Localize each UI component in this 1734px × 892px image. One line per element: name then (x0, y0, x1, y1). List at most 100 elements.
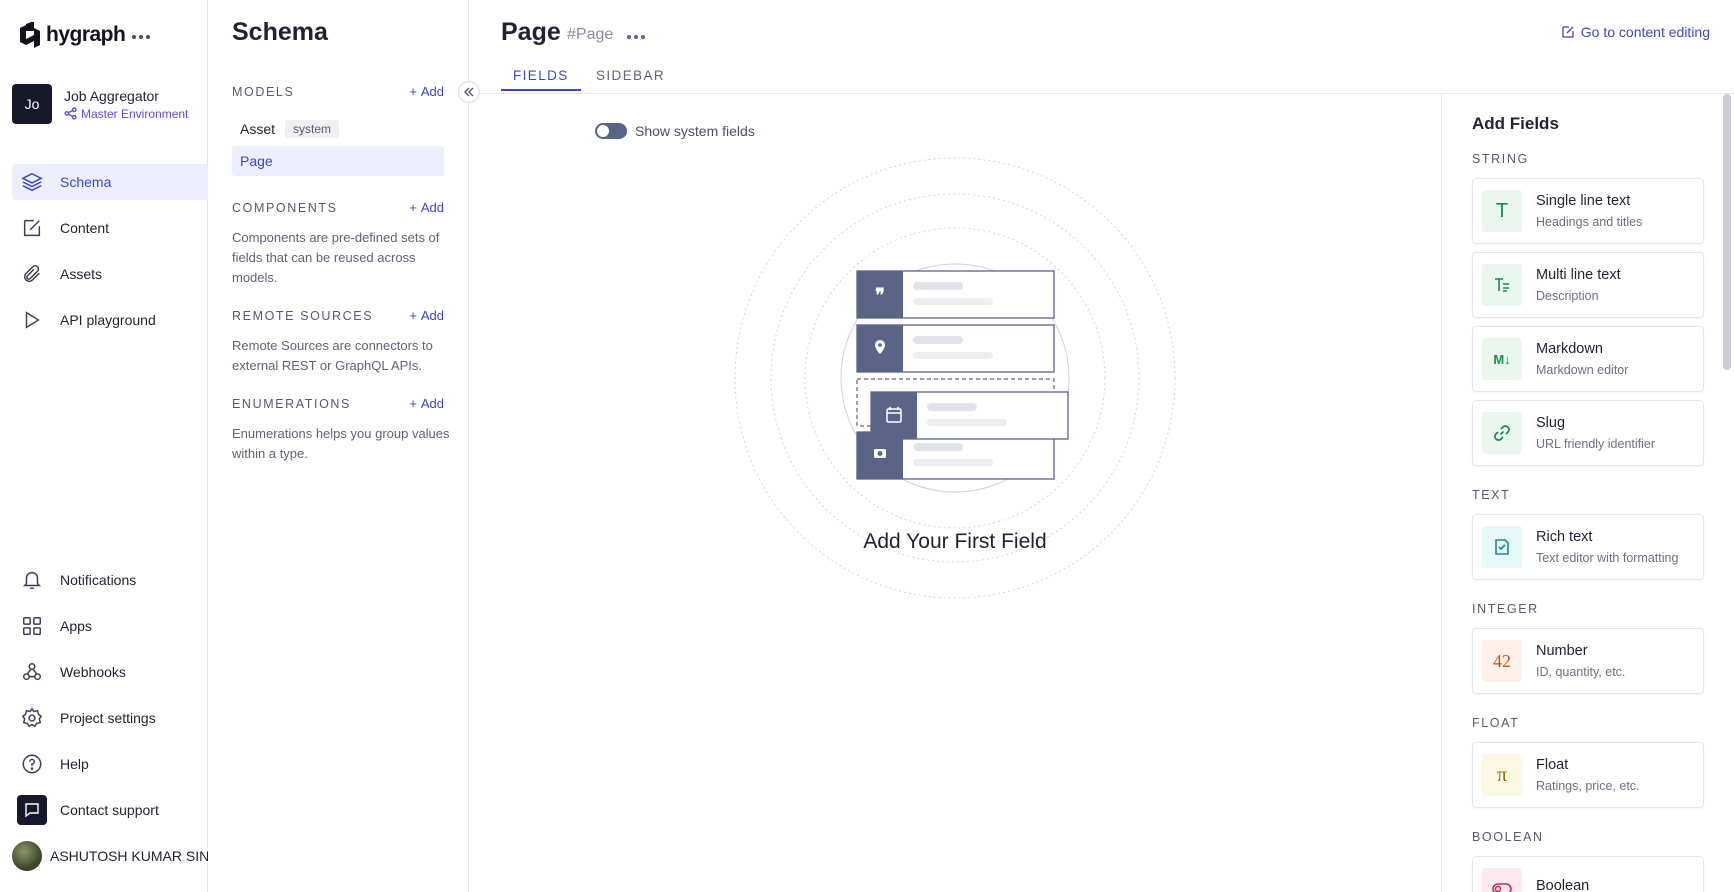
plus-icon: + (409, 396, 417, 411)
field-card-slug[interactable]: Slug URL friendly identifier (1472, 400, 1704, 466)
svg-text:❞: ❞ (875, 285, 885, 305)
play-icon (12, 309, 52, 331)
models-section-header: MODELS + Add (232, 84, 444, 99)
nav-item-content[interactable]: Content (12, 210, 228, 246)
add-fields-title: Add Fields (1472, 114, 1559, 133)
field-card-markdown[interactable]: M↓ Markdown Markdown editor (1472, 326, 1704, 392)
nav-label: API playground (60, 312, 156, 328)
enumerations-section-header: ENUMERATIONS + Add (232, 396, 444, 411)
project-switcher[interactable]: Jo Job Aggregator Master Environment (12, 84, 188, 124)
help-icon (12, 753, 52, 775)
remote-sources-description: Remote Sources are connectors to externa… (232, 338, 433, 373)
multiline-icon (1482, 264, 1522, 306)
hygraph-logo-icon (20, 22, 40, 48)
chat-icon (17, 795, 47, 825)
brand-logo[interactable]: hygraph (20, 22, 126, 48)
field-card-float[interactable]: π Float Ratings, price, etc. (1472, 742, 1704, 808)
field-card-number[interactable]: 42 Number ID, quantity, etc. (1472, 628, 1704, 694)
nav-label: Apps (60, 618, 92, 634)
field-card-single-line-text[interactable]: T Single line text Headings and titles (1472, 178, 1704, 244)
model-item-asset[interactable]: Asset system (232, 114, 444, 144)
layers-icon (12, 171, 52, 193)
model-item-page[interactable]: Page (232, 146, 444, 176)
collapse-sidebar-button[interactable] (458, 81, 480, 103)
nav-item-schema[interactable]: Schema (12, 164, 228, 200)
empty-state-title: Add Your First Field (863, 530, 1047, 553)
page-title: Page (501, 18, 561, 46)
tab-fields[interactable]: FIELDS (501, 68, 581, 91)
apps-icon (12, 615, 52, 637)
field-card-location (856, 324, 1055, 373)
markdown-icon: M↓ (1482, 338, 1522, 380)
field-category-integer: INTEGER (1472, 602, 1539, 616)
nav-label: Schema (60, 174, 112, 190)
field-card-multi-line-text[interactable]: Multi line text Description (1472, 252, 1704, 318)
field-category-text: TEXT (1472, 488, 1511, 502)
user-name: ASHUTOSH KUMAR SINGH (50, 848, 231, 864)
nav-label: Contact support (60, 802, 159, 818)
branch-icon (64, 107, 77, 120)
plus-icon: + (409, 84, 417, 99)
schema-sidebar: Schema MODELS + Add Asset system Page COM… (208, 0, 469, 892)
schema-title: Schema (232, 18, 328, 46)
brand-name: hygraph (46, 23, 126, 46)
model-api-id: #Page (567, 26, 614, 43)
nav-label: Assets (60, 266, 103, 282)
webhook-icon (12, 661, 52, 683)
add-component-button[interactable]: + Add (409, 200, 444, 215)
add-remote-source-button[interactable]: + Add (409, 308, 444, 323)
remote-sources-title: REMOTE SOURCES (232, 308, 374, 323)
nav-label: Content (60, 220, 110, 236)
field-card-rich-text[interactable]: Rich text Text editor with formatting (1472, 514, 1704, 580)
go-to-content-editing-link[interactable]: Go to content editing (1561, 24, 1710, 40)
enumerations-description: Enumerations helps you group values with… (232, 426, 450, 461)
project-name: Job Aggregator (64, 87, 159, 104)
nav-item-contact-support[interactable]: Contact support (12, 792, 228, 828)
text-icon: T (1482, 190, 1522, 232)
nav-item-webhooks[interactable]: Webhooks (12, 654, 228, 690)
fields-canvas: Show system fields ❞ Add Your First Fiel… (469, 94, 1441, 892)
add-enumeration-button[interactable]: + Add (409, 396, 444, 411)
more-options-icon[interactable] (130, 26, 152, 48)
nav-label: Help (60, 756, 89, 772)
nav-item-assets[interactable]: Assets (12, 256, 228, 292)
field-card-boolean[interactable]: Boolean (1472, 856, 1704, 892)
add-fields-panel: Add Fields STRING T Single line text Head… (1441, 94, 1734, 892)
components-title: COMPONENTS (232, 200, 338, 215)
toggle-icon (1482, 868, 1522, 892)
field-card-calendar (870, 391, 1069, 440)
edit-icon (12, 217, 52, 239)
nav-item-api-playground[interactable]: API playground (12, 302, 228, 338)
edit-icon (1562, 26, 1574, 38)
tab-sidebar[interactable]: SIDEBAR (584, 68, 677, 89)
nav-label: Webhooks (60, 664, 126, 680)
system-badge: system (285, 120, 340, 138)
gear-icon (12, 707, 52, 729)
nav-item-apps[interactable]: Apps (12, 608, 228, 644)
paperclip-icon (12, 263, 52, 285)
remote-sources-section-header: REMOTE SOURCES + Add (232, 308, 444, 323)
avatar (12, 841, 42, 871)
components-description: Components are pre-defined sets of field… (232, 230, 440, 285)
user-profile[interactable]: ASHUTOSH KUMAR SINGH (12, 838, 231, 874)
nav-item-project-settings[interactable]: Project settings (12, 700, 228, 736)
environment-link[interactable]: Master Environment (64, 107, 188, 121)
chevrons-left-icon (464, 87, 474, 97)
plus-icon: + (409, 308, 417, 323)
panel-scrollbar[interactable] (1723, 94, 1731, 370)
models-title: MODELS (232, 84, 295, 99)
nav-label: Project settings (60, 710, 156, 726)
model-options-icon[interactable] (627, 28, 649, 46)
nav-item-notifications[interactable]: Notifications (12, 562, 228, 598)
environment-name: Master Environment (81, 106, 189, 121)
main-navigation: hygraph Jo Job Aggregator Master Environ… (0, 0, 230, 892)
nav-item-help[interactable]: Help (12, 746, 228, 782)
enumerations-title: ENUMERATIONS (232, 396, 351, 411)
richtext-icon (1482, 526, 1522, 568)
number-icon: 42 (1482, 640, 1522, 682)
page-header: Page #Page Go to content editing FIELDS … (469, 0, 1734, 94)
pi-icon: π (1482, 754, 1522, 796)
model-name: Page (240, 153, 273, 169)
field-category-float: FLOAT (1472, 716, 1520, 730)
add-model-button[interactable]: + Add (409, 84, 444, 99)
